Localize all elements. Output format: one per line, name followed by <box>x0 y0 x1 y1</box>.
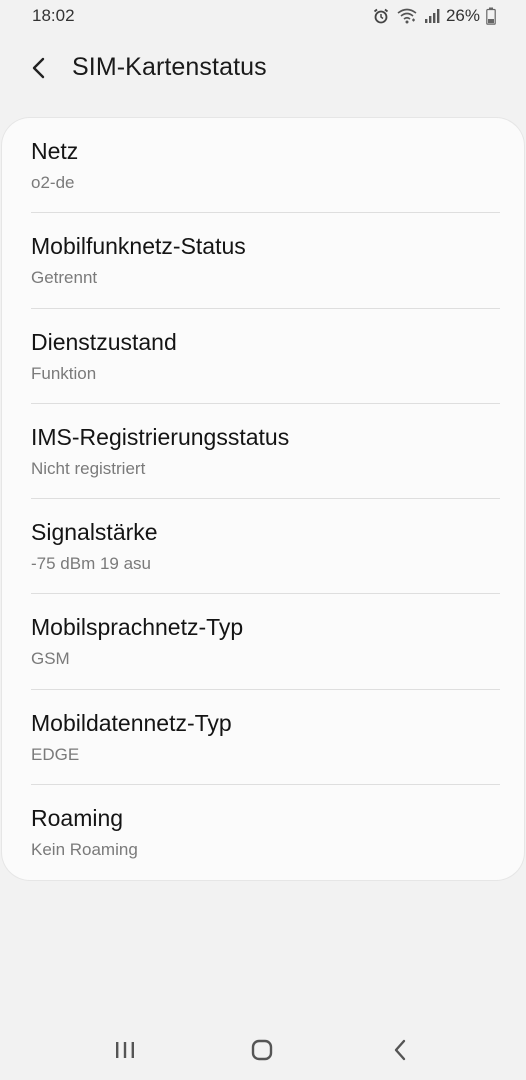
list-item-mobilfunknetz-status[interactable]: Mobilfunknetz-Status Getrennt <box>2 213 524 309</box>
item-value: GSM <box>31 649 70 669</box>
navigation-bar <box>0 1020 526 1080</box>
item-value: Kein Roaming <box>31 839 138 859</box>
item-title: Mobilfunknetz-Status <box>31 233 246 260</box>
item-value: o2-de <box>31 173 75 192</box>
back-button[interactable] <box>22 50 58 86</box>
battery-percent: 26% <box>445 6 480 25</box>
item-title: IMS-Registrierungsstatus <box>31 423 290 450</box>
sim-status-list: Netz o2-de Mobilfunknetz-Status Getrennt… <box>2 118 524 880</box>
status-bar: 18:02 26% <box>0 0 526 34</box>
status-time: 18:02 <box>32 6 75 25</box>
back-arrow-icon <box>31 56 49 80</box>
page-title: SIM-Kartenstatus <box>72 53 267 81</box>
list-item-roaming[interactable]: Roaming Kein Roaming <box>2 785 524 880</box>
list-item-mobildatennetz-typ[interactable]: Mobildatennetz-Typ EDGE <box>2 690 524 785</box>
item-title: Netz <box>31 138 79 164</box>
back-nav-button[interactable] <box>380 1032 420 1068</box>
item-value: -75 dBm 19 asu <box>31 554 152 573</box>
recent-apps-icon <box>114 1040 136 1060</box>
item-value: Funktion <box>31 363 97 383</box>
item-title: Signalstärke <box>31 519 158 545</box>
list-item-ims-registrierungsstatus[interactable]: IMS-Registrierungsstatus Nicht registrie… <box>2 404 524 499</box>
back-icon <box>392 1039 408 1061</box>
header: SIM-Kartenstatus <box>0 38 526 98</box>
home-icon <box>250 1038 274 1062</box>
item-title: Mobilsprachnetz-Typ <box>31 614 244 641</box>
item-title: Roaming <box>31 804 124 831</box>
signal-icon <box>424 8 440 24</box>
alarm-icon <box>372 7 390 25</box>
battery-icon <box>486 7 496 25</box>
item-value: Getrennt <box>31 268 98 288</box>
list-item-mobilsprachnetz-typ[interactable]: Mobilsprachnetz-Typ GSM <box>2 594 524 690</box>
item-value: Nicht registriert <box>31 458 146 478</box>
list-item-dienstzustand[interactable]: Dienstzustand Funktion <box>2 309 524 404</box>
status-icons: 26% <box>372 5 496 27</box>
recent-apps-button[interactable] <box>105 1032 145 1068</box>
list-item-netz[interactable]: Netz o2-de <box>2 118 524 214</box>
item-value: EDGE <box>31 744 80 764</box>
item-title: Dienstzustand <box>31 328 177 355</box>
home-button[interactable] <box>242 1032 282 1068</box>
item-title: Mobildatennetz-Typ <box>31 709 232 736</box>
list-item-signalstaerke[interactable]: Signalstärke -75 dBm 19 asu <box>2 499 524 595</box>
wifi-calling-icon <box>396 7 418 25</box>
